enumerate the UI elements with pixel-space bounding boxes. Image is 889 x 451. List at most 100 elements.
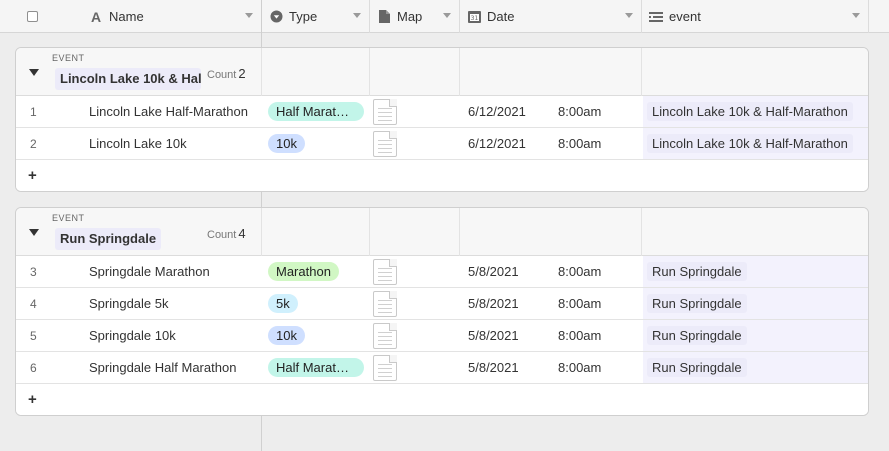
- time-cell[interactable]: 8:00am: [558, 256, 638, 287]
- linked-record-chip[interactable]: Lincoln Lake 10k & Half-Marathon: [647, 134, 853, 153]
- event-cell[interactable]: Lincoln Lake 10k & Half-Marathon: [643, 96, 868, 127]
- column-header-label: event: [669, 9, 701, 24]
- column-header-label: Type: [289, 9, 318, 24]
- chevron-down-icon[interactable]: [852, 13, 860, 18]
- event-cell[interactable]: Run Springdale: [643, 352, 868, 383]
- map-cell[interactable]: [373, 352, 399, 383]
- collapse-toggle-icon[interactable]: [29, 69, 39, 76]
- group-count: Count 4: [207, 226, 246, 241]
- document-icon: [373, 98, 397, 125]
- row-number: 1: [30, 104, 37, 119]
- column-header-date[interactable]: 31 Date: [460, 0, 642, 33]
- group-header: EVENT Run Springdale Count 4: [16, 208, 868, 256]
- group-field-label: EVENT: [52, 213, 85, 223]
- type-cell[interactable]: Marathon: [266, 256, 366, 287]
- row-number: 4: [30, 296, 37, 311]
- name-cell[interactable]: Springdale 5k: [89, 288, 261, 319]
- column-header-map[interactable]: Map: [370, 0, 460, 33]
- map-cell[interactable]: [373, 128, 399, 159]
- group-value: Run Springdale: [55, 228, 162, 250]
- table-row[interactable]: 6 Springdale Half Marathon Half Marathon…: [16, 352, 868, 384]
- name-cell[interactable]: Springdale Half Marathon: [89, 352, 261, 383]
- map-cell[interactable]: [373, 288, 399, 319]
- type-pill: Marathon: [268, 262, 339, 281]
- record-group: EVENT Lincoln Lake 10k & Half-Marathon C…: [15, 47, 869, 192]
- row-number: 3: [30, 264, 37, 279]
- document-icon: [373, 354, 397, 381]
- table-row[interactable]: 4 Springdale 5k 5k 5/8/2021 8:00am Run S…: [16, 288, 868, 320]
- name-cell[interactable]: Springdale Marathon: [89, 256, 261, 287]
- type-cell[interactable]: Half Marathon: [266, 96, 366, 127]
- time-cell[interactable]: 8:00am: [558, 128, 638, 159]
- chevron-down-icon[interactable]: [443, 13, 451, 18]
- event-cell[interactable]: Run Springdale: [643, 256, 868, 287]
- name-cell[interactable]: Springdale 10k: [89, 320, 261, 351]
- date-cell[interactable]: 6/12/2021: [468, 128, 548, 159]
- linked-record-chip[interactable]: Run Springdale: [647, 294, 747, 313]
- column-header-name[interactable]: A Name: [73, 0, 262, 33]
- type-cell[interactable]: 5k: [266, 288, 366, 319]
- chevron-down-icon[interactable]: [625, 13, 633, 18]
- chevron-down-icon[interactable]: [353, 13, 361, 18]
- time-cell[interactable]: 8:00am: [558, 288, 638, 319]
- date-cell[interactable]: 5/8/2021: [468, 288, 548, 319]
- add-record-button[interactable]: +: [28, 391, 37, 408]
- name-cell[interactable]: Lincoln Lake 10k: [89, 128, 261, 159]
- group-field-label: EVENT: [52, 53, 85, 63]
- table-row[interactable]: 2 Lincoln Lake 10k 10k 6/12/2021 8:00am …: [16, 128, 868, 160]
- linked-record-chip[interactable]: Lincoln Lake 10k & Half-Marathon: [647, 102, 853, 121]
- type-pill: 10k: [268, 134, 305, 153]
- map-cell[interactable]: [373, 320, 399, 351]
- time-cell[interactable]: 8:00am: [558, 352, 638, 383]
- select-all-cell: [0, 0, 73, 33]
- linked-record-chip[interactable]: Run Springdale: [647, 326, 747, 345]
- table-row[interactable]: 3 Springdale Marathon Marathon 5/8/2021 …: [16, 256, 868, 288]
- date-cell[interactable]: 5/8/2021: [468, 352, 548, 383]
- add-record-row[interactable]: +: [16, 384, 868, 415]
- time-cell[interactable]: 8:00am: [558, 96, 638, 127]
- text-field-icon: A: [90, 8, 102, 25]
- document-icon: [377, 10, 391, 24]
- date-cell[interactable]: 5/8/2021: [468, 256, 548, 287]
- document-icon: [373, 290, 397, 317]
- type-cell[interactable]: 10k: [266, 320, 366, 351]
- svg-text:31: 31: [470, 15, 478, 22]
- table-row[interactable]: 1 Lincoln Lake Half-Marathon Half Marath…: [16, 96, 868, 128]
- document-icon: [373, 258, 397, 285]
- select-all-checkbox[interactable]: [27, 11, 38, 22]
- row-number: 5: [30, 328, 37, 343]
- event-cell[interactable]: Run Springdale: [643, 320, 868, 351]
- linked-record-icon: [649, 10, 663, 24]
- linked-record-chip[interactable]: Run Springdale: [647, 358, 747, 377]
- type-pill: Half Marathon: [268, 358, 364, 377]
- event-cell[interactable]: Lincoln Lake 10k & Half-Marathon: [643, 128, 868, 159]
- linked-record-chip[interactable]: Run Springdale: [647, 262, 747, 281]
- table-row[interactable]: 5 Springdale 10k 10k 5/8/2021 8:00am Run…: [16, 320, 868, 352]
- chevron-down-icon[interactable]: [245, 13, 253, 18]
- row-number: 6: [30, 360, 37, 375]
- type-pill: 10k: [268, 326, 305, 345]
- add-record-button[interactable]: +: [28, 167, 37, 184]
- record-group: EVENT Run Springdale Count 4 3 Springdale…: [15, 207, 869, 416]
- calendar-icon: 31: [467, 10, 481, 24]
- document-icon: [373, 322, 397, 349]
- column-header-event[interactable]: event: [642, 0, 869, 33]
- date-cell[interactable]: 5/8/2021: [468, 320, 548, 351]
- column-header-label: Map: [397, 9, 423, 24]
- map-cell[interactable]: [373, 256, 399, 287]
- add-record-row[interactable]: +: [16, 160, 868, 191]
- type-cell[interactable]: 10k: [266, 128, 366, 159]
- single-select-icon: [269, 10, 283, 24]
- type-pill: 5k: [268, 294, 298, 313]
- date-cell[interactable]: 6/12/2021: [468, 96, 548, 127]
- column-header-label: Name: [109, 9, 144, 24]
- name-cell[interactable]: Lincoln Lake Half-Marathon: [89, 96, 261, 127]
- column-header-type[interactable]: Type: [262, 0, 370, 33]
- time-cell[interactable]: 8:00am: [558, 320, 638, 351]
- collapse-toggle-icon[interactable]: [29, 229, 39, 236]
- map-cell[interactable]: [373, 96, 399, 127]
- type-cell[interactable]: Half Marathon: [266, 352, 366, 383]
- event-cell[interactable]: Run Springdale: [643, 288, 868, 319]
- type-pill: Half Marathon: [268, 102, 364, 121]
- column-header-label: Date: [487, 9, 515, 24]
